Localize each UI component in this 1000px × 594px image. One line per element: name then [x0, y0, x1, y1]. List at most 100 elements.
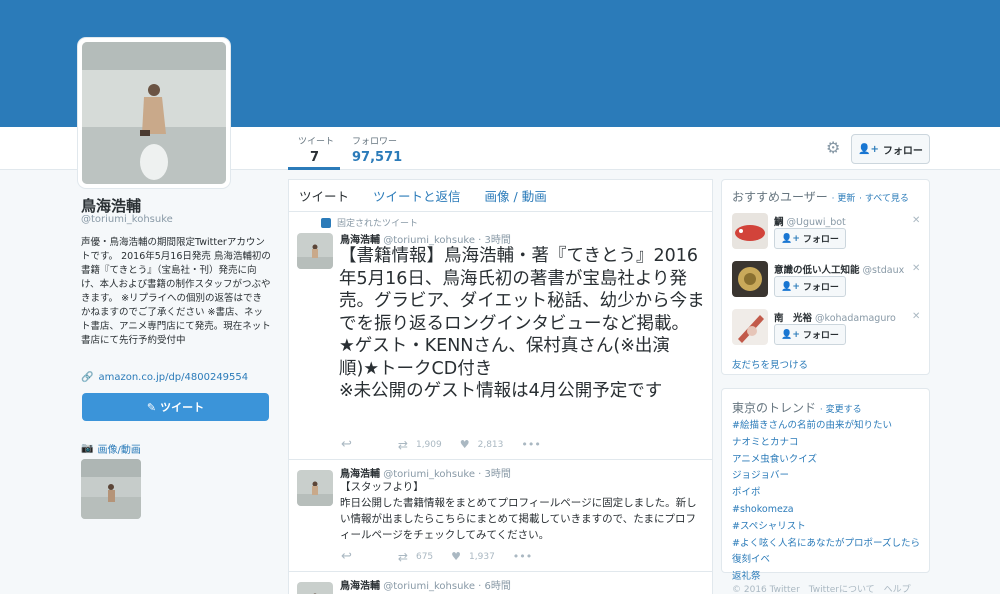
pin-icon	[321, 217, 331, 228]
trend-item[interactable]: #スペシャリスト	[732, 519, 920, 536]
tweet-avatar[interactable]	[297, 233, 333, 269]
tweet-text: 【スタッフより】 昨日公開した書籍情報をまとめてプロフィールページに固定しました…	[340, 481, 697, 541]
dismiss-icon[interactable]: ✕	[912, 263, 920, 274]
tweet-button[interactable]: ✎ ツイート	[82, 393, 269, 421]
profile-avatar[interactable]	[78, 38, 230, 188]
media-heading-label: 画像/動画	[97, 445, 141, 456]
retweet-count: 675	[415, 551, 434, 562]
add-user-icon: 👤+	[781, 233, 800, 244]
follow-user-button[interactable]: 👤+ フォロー	[774, 228, 846, 249]
suggestions-view-all-link[interactable]: すべて見る	[865, 194, 909, 204]
like-icon[interactable]: ♥	[451, 550, 461, 563]
follow-button[interactable]: 👤+ フォロー	[851, 134, 930, 164]
like-count: 1,937	[469, 551, 495, 562]
follow-user-label: フォロー	[802, 235, 839, 245]
suggestions-header: おすすめユーザー · 更新 · すべて見る	[732, 190, 909, 204]
user-name[interactable]: 鯛	[774, 217, 784, 228]
user-handle[interactable]: @stdaux	[863, 265, 905, 276]
find-friends-link[interactable]: 友だちを見つける	[732, 357, 808, 371]
user-name-line: 鯛 @Uguwi_bot	[774, 214, 846, 228]
link-icon: 🔗	[81, 372, 94, 383]
tweet-item[interactable]: 固定されたツイート 鳥海浩輔 @toriumi_kohsuke · 3時間 【書…	[289, 212, 712, 460]
tweet-header: 鳥海浩輔 @toriumi_kohsuke · 6時間	[340, 577, 511, 592]
follow-user-label: フォロー	[802, 283, 839, 293]
more-icon[interactable]: •••	[513, 550, 532, 563]
trend-item[interactable]: #絵描きさんの名前の由来が知りたい	[732, 418, 920, 435]
tweet-actions: ↩ ⇄ 1,909 ♥ 2,813 •••	[341, 437, 541, 452]
stat-followers-label: フォロワー	[352, 137, 398, 147]
tweet-avatar[interactable]	[297, 470, 333, 506]
add-user-icon: 👤+	[781, 281, 800, 292]
trend-item[interactable]: #shokomeza	[732, 502, 920, 519]
user-avatar[interactable]	[732, 309, 768, 345]
suggested-user[interactable]: 南 光裕 @kohadamaguro 👤+ フォロー ✕	[732, 309, 922, 351]
more-icon[interactable]: •••	[521, 438, 540, 451]
stat-tweets[interactable]: ツイート 7	[288, 134, 340, 170]
trend-item[interactable]: アニメ虫食いクイズ	[732, 452, 920, 469]
stat-tweets-value: 7	[310, 150, 320, 165]
follow-user-button[interactable]: 👤+ フォロー	[774, 324, 846, 345]
like-count: 2,813	[477, 439, 504, 450]
tab-media[interactable]: 画像 / 動画	[485, 186, 547, 205]
media-heading[interactable]: 📷 画像/動画	[81, 441, 141, 456]
timeline: ツイート ツイートと返信 画像 / 動画 固定されたツイート 鳥海浩輔 @tor…	[288, 179, 713, 594]
reply-icon[interactable]: ↩	[341, 437, 352, 452]
trend-item[interactable]: ナオミとカナコ	[732, 435, 920, 452]
retweet-count: 1,909	[415, 439, 442, 450]
user-avatar[interactable]	[732, 213, 768, 249]
tweet-avatar[interactable]	[297, 582, 333, 594]
user-handle[interactable]: @Uguwi_bot	[787, 217, 846, 228]
user-name-line: 意識の低い人工知能 @stdaux	[774, 262, 904, 276]
tweet-handle-time[interactable]: @toriumi_kohsuke · 6時間	[383, 581, 511, 592]
trend-item[interactable]: ポイポ	[732, 485, 920, 502]
trend-item[interactable]: ジョジョバー	[732, 468, 920, 485]
user-handle[interactable]: @kohadamaguro	[815, 313, 896, 324]
dismiss-icon[interactable]: ✕	[912, 311, 920, 322]
follow-user-button[interactable]: 👤+ フォロー	[774, 276, 846, 297]
timeline-tabs: ツイート ツイートと返信 画像 / 動画	[289, 180, 712, 212]
suggestions-card: おすすめユーザー · 更新 · すべて見る 鯛 @Uguwi_bot 👤+ フォロ…	[721, 179, 930, 375]
like-icon[interactable]: ♥	[460, 438, 470, 451]
trend-item[interactable]: 復刻イベ	[732, 552, 920, 569]
profile-link-text[interactable]: amazon.co.jp/dp/4800249554	[98, 372, 248, 383]
trends-header: 東京のトレンド · 変更する	[732, 401, 862, 415]
follow-button-label: フォロー	[882, 145, 923, 157]
trend-item[interactable]: #よく呟く人名にあなたがプロポーズしたら	[732, 536, 920, 553]
user-name[interactable]: 意識の低い人工知能	[774, 265, 860, 276]
tab-tweets-replies[interactable]: ツイートと返信	[373, 186, 461, 205]
suggestions-refresh-link[interactable]: 更新	[837, 194, 855, 204]
suggested-user[interactable]: 鯛 @Uguwi_bot 👤+ フォロー ✕	[732, 213, 922, 255]
stat-followers[interactable]: フォロワー 97,571	[352, 134, 402, 165]
retweet-icon[interactable]: ⇄	[398, 550, 408, 564]
tweet-header: 鳥海浩輔 @toriumi_kohsuke · 3時間	[340, 465, 511, 480]
retweet-icon[interactable]: ⇄	[398, 438, 408, 452]
camera-icon: 📷	[81, 443, 94, 454]
trends-card: 東京のトレンド · 変更する #絵描きさんの名前の由来が知りたい ナオミとカナコ…	[721, 388, 930, 582]
tab-tweets[interactable]: ツイート	[299, 186, 349, 205]
user-avatar[interactable]	[732, 261, 768, 297]
reply-icon[interactable]: ↩	[341, 549, 352, 564]
user-name-line: 南 光裕 @kohadamaguro	[774, 310, 896, 324]
tweet-actions: ↩ ⇄ 675 ♥ 1,937 •••	[341, 549, 532, 564]
add-user-icon: 👤+	[858, 143, 879, 155]
dismiss-icon[interactable]: ✕	[912, 215, 920, 226]
trends-change-link[interactable]: 変更する	[826, 405, 862, 415]
profile-bio: 声優・鳥海浩輔の期間限定Twitterアカウントです。 2016年5月16日発売…	[81, 237, 271, 346]
suggested-user[interactable]: 意識の低い人工知能 @stdaux 👤+ フォロー ✕	[732, 261, 922, 303]
profile-name[interactable]: 鳥海浩輔	[81, 195, 141, 216]
tweet-author[interactable]: 鳥海浩輔	[340, 581, 380, 592]
stat-followers-value: 97,571	[352, 150, 403, 165]
gear-icon[interactable]: ⚙	[826, 138, 844, 157]
tweet-item[interactable]: 鳥海浩輔 @toriumi_kohsuke · 6時間	[289, 572, 712, 594]
footer-links[interactable]: © 2016 Twitter Twitterについて ヘルプ	[732, 582, 911, 594]
user-name[interactable]: 南 光裕	[774, 313, 812, 324]
profile-handle[interactable]: @toriumi_kohsuke	[81, 214, 173, 225]
tweet-button-label: ツイート	[160, 401, 205, 414]
tweet-text: 【書籍情報】鳥海浩輔・著『てきとう』2016年5月16日、鳥海氏初の著書が宝島社…	[339, 246, 705, 401]
stat-tweets-label: ツイート	[298, 137, 335, 147]
trends-title: 東京のトレンド	[732, 401, 817, 415]
tweet-item[interactable]: 鳥海浩輔 @toriumi_kohsuke · 3時間 【スタッフより】 昨日公…	[289, 460, 712, 572]
media-thumbnail[interactable]	[81, 459, 141, 519]
pinned-label: 固定されたツイート	[321, 216, 418, 229]
profile-link[interactable]: 🔗 amazon.co.jp/dp/4800249554	[81, 372, 248, 383]
